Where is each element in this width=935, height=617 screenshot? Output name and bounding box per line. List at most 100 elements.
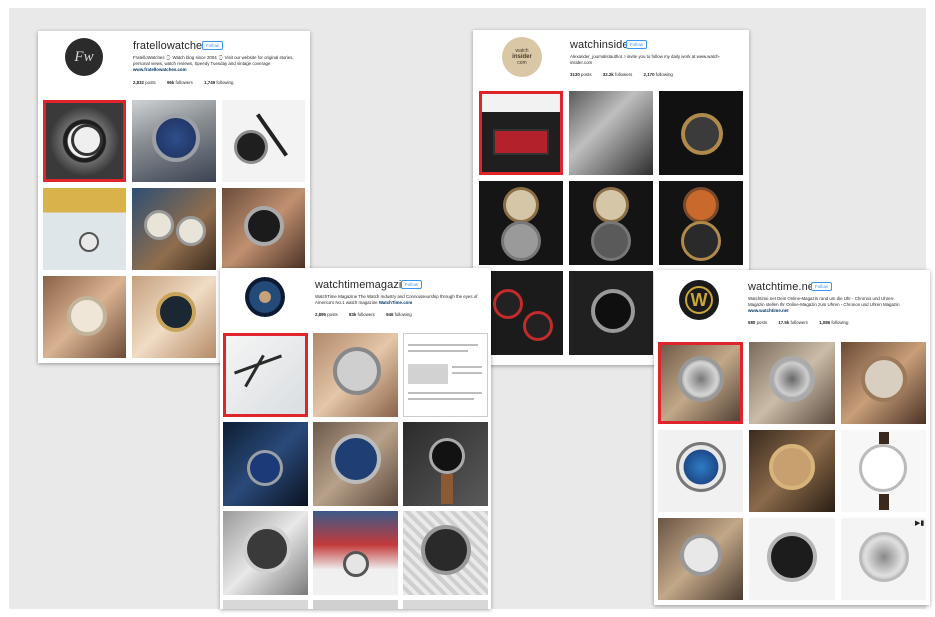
followers-count[interactable]: 17.5k followers (778, 320, 808, 325)
text-line (408, 398, 474, 400)
photo-tile[interactable] (840, 430, 926, 512)
photo-tile[interactable] (569, 91, 653, 175)
followers-count[interactable]: 83k followers (349, 312, 375, 317)
article-page (403, 333, 488, 417)
photo-tile[interactable] (43, 276, 127, 358)
photo-tile[interactable] (403, 511, 488, 595)
watch-dial (233, 130, 268, 164)
posts-count[interactable]: 580 posts (748, 320, 767, 325)
watch-dial (683, 187, 719, 223)
username[interactable]: fratellowatches (133, 40, 208, 52)
watch-dial (429, 438, 465, 474)
video-camera-icon: ▶▮ (915, 520, 925, 527)
website-link[interactable]: www.fratellowatches.com (133, 67, 294, 73)
photo-tile[interactable] (749, 430, 835, 512)
photo-tile[interactable] (659, 91, 743, 175)
photo-tile[interactable]: ▶▮ (840, 518, 926, 600)
bio-line: insider.com (570, 60, 593, 65)
avatar[interactable]: watch insider com (502, 37, 542, 77)
followers-count[interactable]: 32.2k followers (603, 72, 633, 77)
photo-tile[interactable] (132, 276, 216, 358)
website-link[interactable]: WatchTime.com (379, 300, 412, 305)
avatar-text: com (517, 60, 527, 66)
text-line (408, 364, 448, 384)
watch-dial (523, 311, 553, 341)
following-count[interactable]: 946 following (386, 312, 412, 317)
username[interactable]: watchtime.net (748, 281, 817, 293)
photo-tile[interactable] (403, 422, 488, 506)
photo-tile[interactable] (658, 518, 744, 600)
watch-dial (591, 289, 635, 333)
follow-button[interactable]: Follow (202, 41, 224, 50)
photo-tile[interactable] (221, 100, 305, 182)
photo-tile[interactable] (313, 511, 398, 595)
posts-count[interactable]: 2,832 posts (133, 80, 156, 85)
photo-tile[interactable] (223, 422, 308, 506)
photo-tile[interactable] (223, 511, 308, 595)
avatar[interactable] (245, 277, 285, 317)
photo-tile[interactable] (659, 181, 743, 265)
watch-dial (769, 356, 816, 402)
photo-tile[interactable] (132, 100, 216, 182)
followers-count[interactable]: 96k followers (167, 80, 193, 85)
photo-tile[interactable] (223, 333, 308, 417)
photo-tile[interactable] (43, 188, 127, 270)
watch-dial (681, 221, 721, 261)
photo-tile[interactable] (313, 422, 398, 506)
photo-tile[interactable] (569, 181, 653, 265)
watch-dial (247, 450, 283, 486)
profile-card-watchtimenet: W watchtime.net Follow Watchtime.net Dei… (654, 270, 930, 605)
photo-tile[interactable] (569, 271, 653, 355)
following-count[interactable]: 1,086 following (819, 320, 848, 325)
photo-tile[interactable] (840, 342, 926, 424)
website-link[interactable]: www.watchtime.net (748, 308, 900, 314)
watch-dial (243, 206, 284, 246)
profile-stats: 580 posts 17.5k followers 1,086 followin… (748, 320, 858, 325)
posts-count[interactable]: 3130 posts (570, 72, 592, 77)
photo-tile[interactable] (43, 100, 127, 182)
follow-button[interactable]: Follow (626, 40, 648, 49)
avatar[interactable]: W (679, 280, 719, 320)
text-line (452, 366, 482, 368)
watch-dial (767, 532, 818, 582)
bio-line: America's No.1 watch magazine (315, 300, 378, 305)
photo-tile[interactable] (479, 181, 563, 265)
photo-tile[interactable] (132, 188, 216, 270)
watch-dial (591, 221, 631, 261)
photo-tile[interactable] (403, 600, 488, 609)
photo-tile[interactable] (223, 600, 308, 609)
text-line (408, 350, 468, 352)
follow-button[interactable]: Follow (811, 282, 833, 291)
watch-dial (503, 187, 539, 223)
following-count[interactable]: 2,170 following (644, 72, 673, 77)
photo-tile[interactable] (749, 518, 835, 600)
watch-dial (858, 532, 909, 582)
watch-dial (678, 356, 724, 402)
username[interactable]: watchtimemagazine (315, 279, 414, 291)
photo-tile[interactable] (403, 333, 488, 417)
photo-tile[interactable] (479, 91, 563, 175)
follow-button[interactable]: Follow (401, 280, 423, 289)
following-count[interactable]: 1,749 following (204, 80, 233, 85)
watch-hand (233, 354, 283, 375)
avatar-monogram: Fw (74, 48, 94, 65)
photo-tile[interactable] (313, 600, 398, 609)
bio: FratelloWatches ⌚ Watch blog since 2004 … (133, 55, 294, 73)
bio: Alexander_journalistauthor. I invite you… (570, 54, 720, 66)
watch-dial (144, 210, 175, 240)
avatar[interactable]: Fw (65, 38, 103, 76)
photo-tile[interactable] (313, 333, 398, 417)
photo-tile[interactable] (658, 342, 744, 424)
watch-strap (878, 494, 889, 510)
watch-dial (333, 347, 381, 395)
username[interactable]: watchinsider (570, 39, 632, 51)
watch-dial (858, 444, 907, 492)
photo-tile[interactable] (221, 188, 305, 270)
photo-tile[interactable] (749, 342, 835, 424)
watch-dial (860, 356, 907, 402)
photo-tile[interactable] (658, 430, 744, 512)
text-line (408, 344, 478, 346)
photo-tile[interactable] (479, 271, 563, 355)
posts-count[interactable]: 2,895 posts (315, 312, 338, 317)
watch-dial (243, 525, 291, 573)
